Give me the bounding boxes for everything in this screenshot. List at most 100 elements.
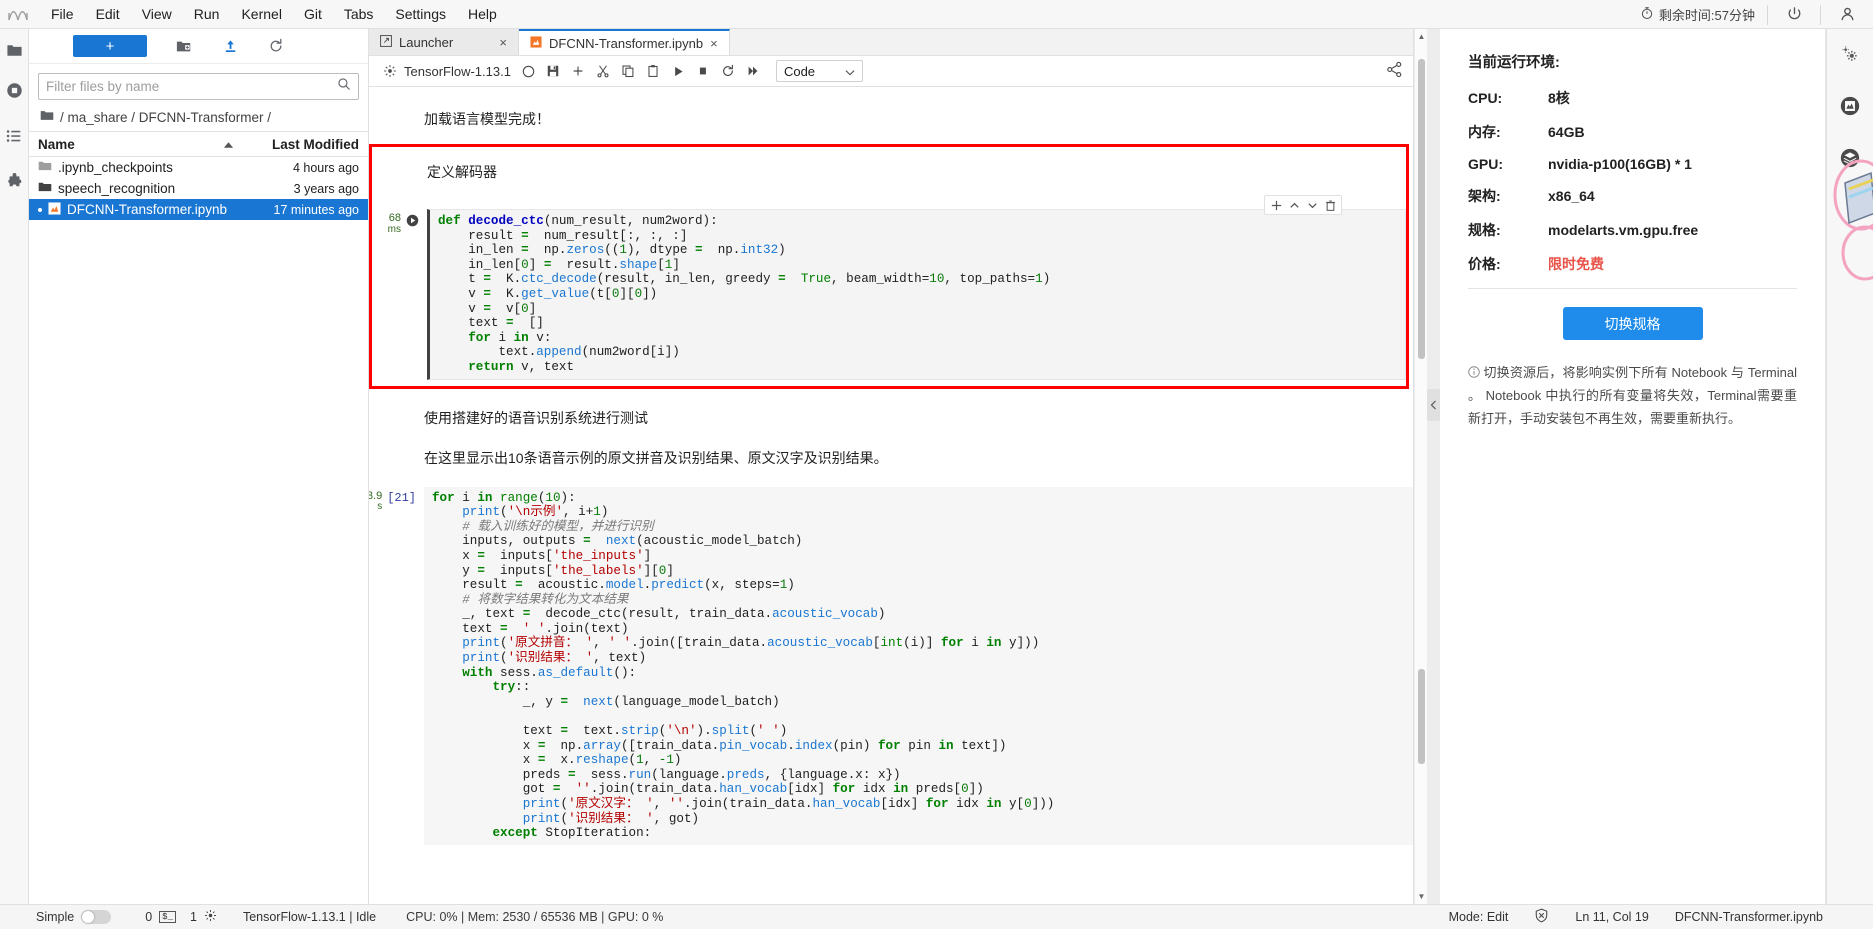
chevron-down-icon[interactable] [1304, 197, 1320, 213]
simple-mode-toggle[interactable] [81, 910, 112, 924]
env-row-gpu: GPU: nvidia-p100(16GB) * 1 [1468, 156, 1797, 172]
menu-run[interactable]: Run [183, 2, 231, 26]
info-icon [1468, 366, 1484, 380]
menu-help[interactable]: Help [457, 2, 508, 26]
remaining-time: 剩余时间:57分钟 [1640, 5, 1767, 24]
decorative-illustration [1827, 149, 1873, 304]
column-name-header[interactable]: Name [38, 137, 243, 152]
menu-edit[interactable]: Edit [85, 2, 131, 26]
menu-kernel[interactable]: Kernel [230, 2, 292, 26]
breadcrumb[interactable]: / ma_share / DFCNN-Transformer / [29, 106, 368, 131]
running-icon[interactable] [0, 67, 29, 113]
panel-collapse-handle[interactable] [1427, 29, 1440, 904]
file-filter-box[interactable] [38, 73, 359, 100]
notebook-preview-icon[interactable] [1835, 91, 1865, 121]
settings-gear-icon[interactable] [1835, 39, 1865, 69]
upload-icon[interactable] [207, 31, 253, 61]
stop-icon[interactable] [691, 59, 716, 84]
list-item[interactable]: DFCNN-Transformer.ipynb 17 minutes ago [29, 199, 368, 220]
terminal-icon: $_ [159, 911, 176, 923]
markdown-cell-1[interactable]: 定义解码器 [427, 149, 1406, 209]
menu-file[interactable]: File [40, 2, 85, 26]
code-editor-2[interactable]: for i in range(10): print('\n示例', i+1) #… [424, 486, 1413, 845]
restart-run-all-icon[interactable] [741, 59, 766, 84]
close-icon[interactable]: × [499, 35, 507, 50]
save-icon[interactable] [541, 59, 566, 84]
paste-icon[interactable] [641, 59, 666, 84]
cell-timing-unit-1: ms [387, 223, 401, 235]
left-sidebar-rail [0, 29, 29, 904]
list-item[interactable]: speech_recognition 3 years ago [29, 178, 368, 199]
collapse-knob[interactable] [1427, 389, 1440, 421]
folder-icon [38, 160, 52, 175]
copy-icon[interactable] [616, 59, 641, 84]
cursor-position-label: Ln 11, Col 19 [1575, 910, 1649, 924]
scrollbar-thumb[interactable] [1418, 59, 1425, 359]
divider [1468, 288, 1797, 289]
refresh-icon[interactable] [253, 31, 299, 61]
notebook-scroll-area[interactable]: 加载语言模型完成！ 定义解码器 68 ms def decode_ctc(num… [369, 87, 1413, 904]
notebook-scrollbar[interactable]: ▲ ▼ [1414, 29, 1427, 904]
folder-icon[interactable] [0, 33, 29, 67]
user-icon[interactable] [1821, 6, 1873, 23]
cell-prompt-2: 3.9 s [21] [369, 487, 424, 845]
chevron-up-icon[interactable] [1286, 197, 1302, 213]
markdown-cell-2[interactable]: 使用搭建好的语音识别系统进行测试 [424, 389, 1413, 436]
power-icon[interactable] [1768, 6, 1820, 23]
tab-label: DFCNN-Transformer.ipynb [549, 35, 704, 51]
menu-view[interactable]: View [131, 2, 183, 26]
switch-flavor-button[interactable]: 切换规格 [1562, 307, 1703, 340]
scrollbar-thumb-lower[interactable] [1418, 669, 1425, 764]
extension-icon[interactable] [0, 159, 29, 205]
tab-launcher[interactable]: Launcher × [369, 29, 519, 55]
search-input[interactable] [46, 79, 337, 94]
new-launcher-button[interactable]: + [73, 35, 147, 57]
env-key-memory: 内存: [1468, 124, 1501, 140]
kernels-group[interactable]: 1 [190, 909, 217, 925]
edit-mode-label: Mode: Edit [1448, 910, 1509, 924]
cell-type-select[interactable]: Code [775, 60, 864, 82]
scroll-down-icon[interactable]: ▼ [1417, 892, 1426, 901]
menu-git[interactable]: Git [293, 2, 333, 26]
scroll-up-icon[interactable]: ▲ [1417, 32, 1426, 41]
run-icon[interactable] [666, 59, 691, 84]
new-folder-icon[interactable] [161, 31, 207, 61]
cell-run-button-1[interactable] [406, 214, 419, 231]
code-editor-1[interactable]: def decode_ctc(num_result, num2word): re… [427, 209, 1406, 380]
env-key-flavor: 规格: [1468, 222, 1501, 238]
cut-icon[interactable] [591, 59, 616, 84]
plus-icon[interactable] [1268, 197, 1284, 213]
code-content-2: for i in range(10): print('\n示例', i+1) #… [432, 490, 1055, 841]
restart-icon[interactable] [716, 59, 741, 84]
list-item[interactable]: .ipynb_checkpoints 4 hours ago [29, 157, 368, 178]
env-value-price: 限时免费 [1548, 256, 1604, 272]
kernel-name-label: TensorFlow-1.13.1 [404, 63, 511, 79]
sort-ascending-icon [223, 137, 234, 152]
insert-cell-icon[interactable] [566, 59, 591, 84]
breadcrumb-path: / ma_share / DFCNN-Transformer / [60, 109, 272, 125]
code-cell-1[interactable]: 68 ms def decode_ctc(num_result, num2wor… [372, 209, 1406, 380]
file-list-header: Name Last Modified [29, 131, 368, 157]
commands-icon[interactable] [0, 113, 29, 159]
markdown-cell-3[interactable]: 在这里显示出10条语音示例的原文拼音及识别结果、原文汉字及识别结果。 [424, 436, 1413, 487]
cell-timing-2: 3.9 s [369, 490, 382, 513]
env-key-price: 价格: [1468, 256, 1501, 272]
terminals-group[interactable]: 0 $_ [145, 910, 176, 924]
column-modified-header[interactable]: Last Modified [243, 137, 359, 152]
code-cell-2[interactable]: 3.9 s [21] for i in range(10): print('\n… [369, 486, 1413, 845]
menu-settings[interactable]: Settings [384, 2, 457, 26]
simple-mode-label: Simple [36, 910, 75, 924]
trash-icon[interactable] [1322, 197, 1338, 213]
file-name-cell: DFCNN-Transformer.ipynb [38, 201, 243, 218]
stopwatch-icon [1640, 6, 1654, 23]
tab-notebook[interactable]: DFCNN-Transformer.ipynb × [519, 29, 730, 55]
cell-output-text: 加载语言模型完成！ [424, 111, 550, 127]
cell-action-toolbar [1264, 195, 1342, 215]
close-icon[interactable]: × [710, 36, 718, 51]
kernel-icon[interactable] [377, 59, 402, 84]
chevron-down-icon [845, 64, 855, 79]
share-icon[interactable] [1386, 61, 1403, 83]
untrusted-shield-icon[interactable] [1534, 908, 1549, 926]
kernel-status[interactable]: TensorFlow-1.13.1 | Idle [243, 910, 376, 924]
menu-tabs[interactable]: Tabs [333, 2, 385, 26]
